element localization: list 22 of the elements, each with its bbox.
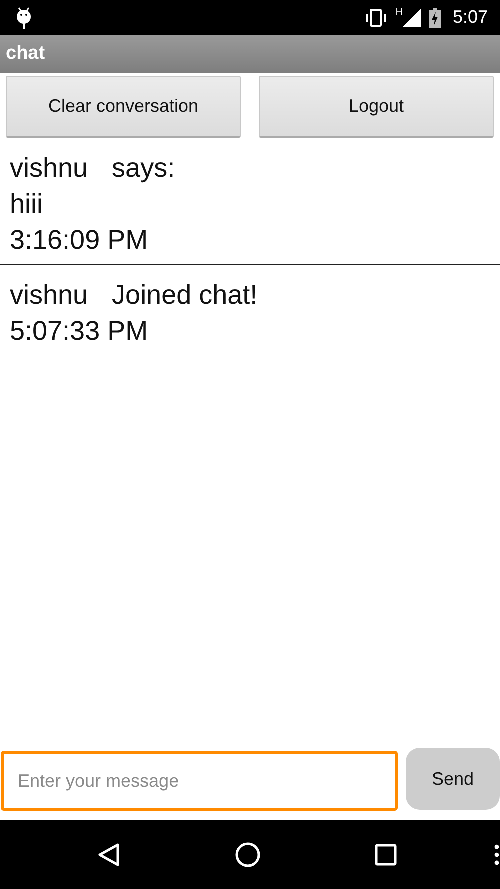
android-icon	[16, 6, 32, 28]
home-icon[interactable]	[235, 842, 262, 868]
message-action: says:	[112, 152, 176, 185]
signal-icon	[402, 8, 421, 26]
overflow-menu-icon[interactable]	[494, 844, 500, 866]
message-time: 5:07:33 PM	[10, 315, 150, 348]
back-icon[interactable]	[98, 842, 120, 866]
network-type: H	[396, 7, 403, 18]
battery-icon	[428, 8, 441, 28]
message-text: hiii	[10, 188, 44, 221]
send-button[interactable]: Send	[406, 748, 500, 810]
recents-icon[interactable]	[374, 844, 397, 866]
message-action: Joined chat!	[112, 279, 258, 312]
app-title: chat	[6, 43, 46, 65]
message-input[interactable]: Enter your message	[1, 751, 398, 811]
vibrate-icon	[364, 8, 388, 28]
clear-conversation-button[interactable]: Clear conversation	[6, 76, 241, 138]
sender-name: vishnu	[10, 279, 88, 312]
sender-name: vishnu	[10, 152, 88, 185]
logout-button[interactable]: Logout	[259, 76, 494, 138]
clock-time: 5:07	[452, 7, 488, 28]
message-time: 3:16:09 PM	[10, 224, 150, 257]
